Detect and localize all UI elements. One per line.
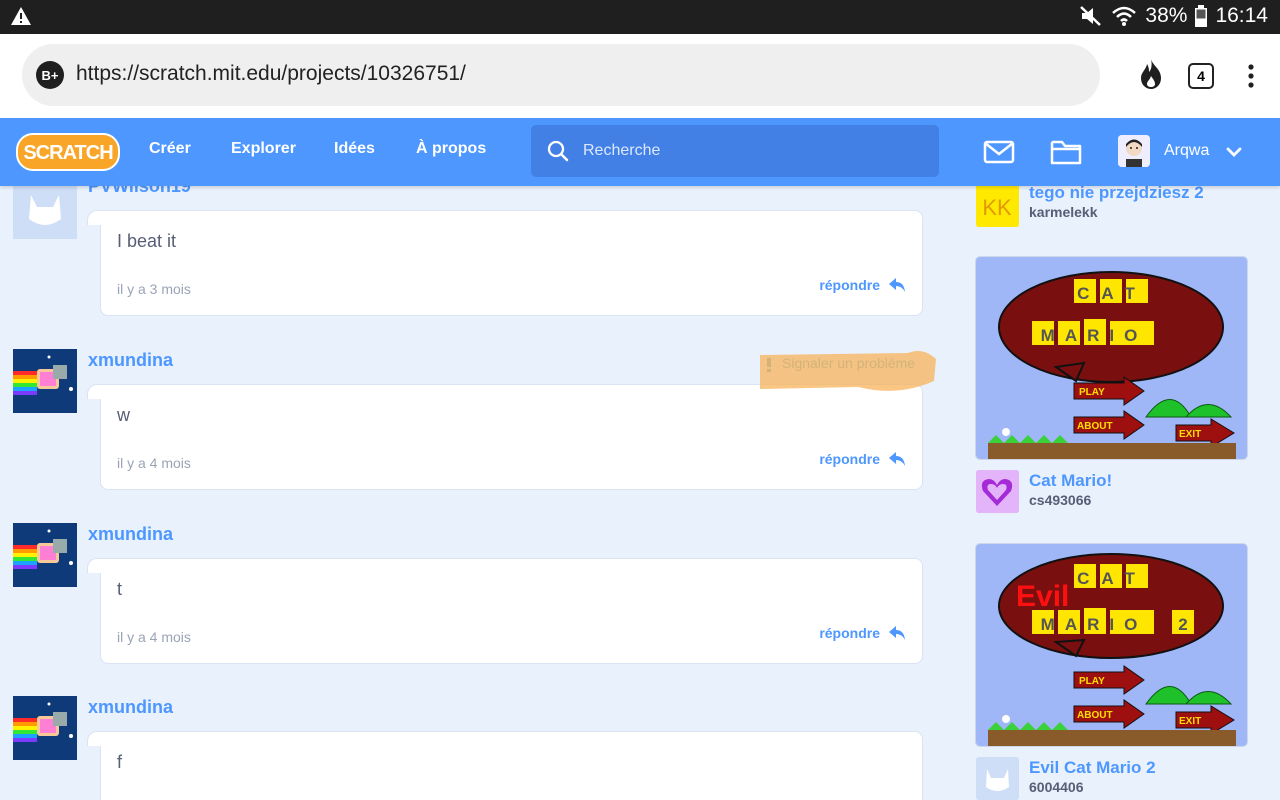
reply-arrow-icon: [889, 278, 905, 292]
thumb1-word1: CAT: [1077, 284, 1147, 303]
thumb2-word1: CAT: [1077, 569, 1147, 588]
comment-time: il y a 3 mois: [117, 281, 191, 297]
evil-cat-mario-2-thumbnail: Evil CAT MARIO 2 PLAY ABOUT EXIT: [976, 544, 1247, 746]
search-box[interactable]: [531, 125, 939, 177]
nav-ideas[interactable]: Idées: [334, 140, 375, 158]
reply-label: répondre: [819, 451, 880, 467]
nav-explore[interactable]: Explorer: [231, 140, 296, 158]
search-icon: [547, 140, 569, 162]
project-title[interactable]: tego nie przejdziesz 2: [1029, 183, 1204, 203]
reply-arrow-icon: [889, 452, 905, 466]
project-thumbnail[interactable]: Evil CAT MARIO 2 PLAY ABOUT EXIT: [975, 543, 1248, 747]
browser-logo-icon[interactable]: B+: [36, 61, 64, 89]
thumb2-exit: EXIT: [1179, 716, 1201, 727]
project-title[interactable]: Cat Mario!: [1029, 471, 1112, 491]
user-avatar[interactable]: [1118, 135, 1150, 167]
my-stuff-folder-icon[interactable]: [1050, 138, 1082, 166]
comment-text: t: [117, 579, 123, 599]
scratch-logo[interactable]: SCRATCH: [16, 133, 120, 171]
project-icon[interactable]: KK: [976, 184, 1019, 227]
reply-button[interactable]: répondre: [819, 625, 906, 641]
comment-bubble: w il y a 4 mois répondre: [87, 384, 923, 490]
search-input[interactable]: [583, 137, 923, 165]
wifi-icon: [1112, 6, 1137, 26]
comment-bubble: I beat it il y a 3 mois répondre: [87, 210, 923, 316]
comment-username[interactable]: xmundina: [88, 697, 173, 718]
comment-time: il y a 4 mois: [117, 455, 191, 471]
project-title[interactable]: Evil Cat Mario 2: [1029, 758, 1156, 778]
reply-arrow-icon: [889, 626, 905, 640]
heart-thumbnail: [976, 470, 1019, 513]
thumb2-evil: Evil: [1016, 580, 1069, 613]
nyan-cat-avatar-icon: [13, 349, 77, 413]
project-icon[interactable]: [976, 757, 1019, 800]
thumb2-about: ABOUT: [1077, 710, 1113, 721]
battery-percent: 38%: [1145, 4, 1188, 27]
battery-icon: [1195, 5, 1208, 27]
nyan-cat-avatar-icon: [13, 523, 77, 587]
thumb1-about: ABOUT: [1077, 421, 1113, 432]
chevron-down-icon[interactable]: [1226, 146, 1242, 158]
comment-bubble: t il y a 4 mois répondre: [87, 558, 923, 664]
username[interactable]: Arqwa: [1164, 142, 1209, 160]
nav-about[interactable]: À propos: [416, 140, 486, 158]
svg-text:KK: KK: [982, 195, 1012, 220]
report-button[interactable]: Signaler un problème: [758, 345, 936, 395]
project-author[interactable]: cs493066: [1029, 492, 1091, 508]
reply-label: répondre: [819, 625, 880, 641]
comment-avatar[interactable]: [13, 349, 77, 413]
nyan-cat-avatar-icon: [13, 696, 77, 760]
system-status-bar: 38% 16:14: [0, 0, 1280, 34]
default-cat-thumbnail: [976, 757, 1019, 800]
project-author[interactable]: karmelekk: [1029, 204, 1098, 220]
thumb2-word2: MARIO: [1041, 615, 1148, 634]
comment-time: il y a 4 mois: [117, 629, 191, 645]
tab-count-button[interactable]: 4: [1188, 63, 1214, 89]
reply-label: répondre: [819, 277, 880, 293]
comment-username[interactable]: xmundina: [88, 524, 173, 545]
url-text[interactable]: https://scratch.mit.edu/projects/1032675…: [76, 62, 466, 86]
scratch-navbar: SCRATCH Créer Explorer Idées À propos Ar…: [0, 118, 1280, 186]
warning-icon: [11, 7, 31, 25]
svg-text:SCRATCH: SCRATCH: [23, 142, 113, 164]
messages-icon[interactable]: [983, 140, 1015, 164]
comment-text: I beat it: [117, 231, 177, 251]
avatar-image: [1118, 135, 1150, 167]
reply-button[interactable]: répondre: [819, 451, 906, 467]
thumb1-exit: EXIT: [1179, 429, 1201, 440]
comment-username[interactable]: xmundina: [88, 350, 173, 371]
comment-avatar[interactable]: [13, 696, 77, 760]
reply-button[interactable]: répondre: [819, 277, 906, 293]
project-thumbnail[interactable]: CAT MARIO PLAY ABOUT EXIT: [975, 256, 1248, 460]
thumb2-play: PLAY: [1079, 676, 1105, 687]
kk-thumbnail: KK: [976, 184, 1019, 227]
mute-icon: [1080, 6, 1102, 26]
comment-text: w: [117, 405, 130, 425]
project-author[interactable]: 6004406: [1029, 779, 1084, 795]
comment-text: f: [117, 752, 123, 772]
flame-icon[interactable]: [1138, 58, 1164, 90]
nav-create[interactable]: Créer: [149, 140, 191, 158]
thumb1-play: PLAY: [1079, 387, 1105, 398]
cat-mario-thumbnail: CAT MARIO PLAY ABOUT EXIT: [976, 257, 1247, 459]
browser-toolbar: B+ https://scratch.mit.edu/projects/1032…: [0, 34, 1280, 118]
comment-bubble: f: [87, 731, 923, 800]
more-menu-icon[interactable]: [1244, 64, 1258, 88]
clock: 16:14: [1215, 4, 1268, 27]
comment-avatar[interactable]: [13, 523, 77, 587]
address-bar[interactable]: B+ https://scratch.mit.edu/projects/1032…: [22, 44, 1100, 106]
report-icon: [767, 358, 771, 372]
thumb2-number: 2: [1178, 615, 1187, 634]
thumb1-word2: MARIO: [1041, 326, 1148, 345]
report-label: Signaler un problème: [782, 355, 916, 371]
project-icon[interactable]: [976, 470, 1019, 513]
